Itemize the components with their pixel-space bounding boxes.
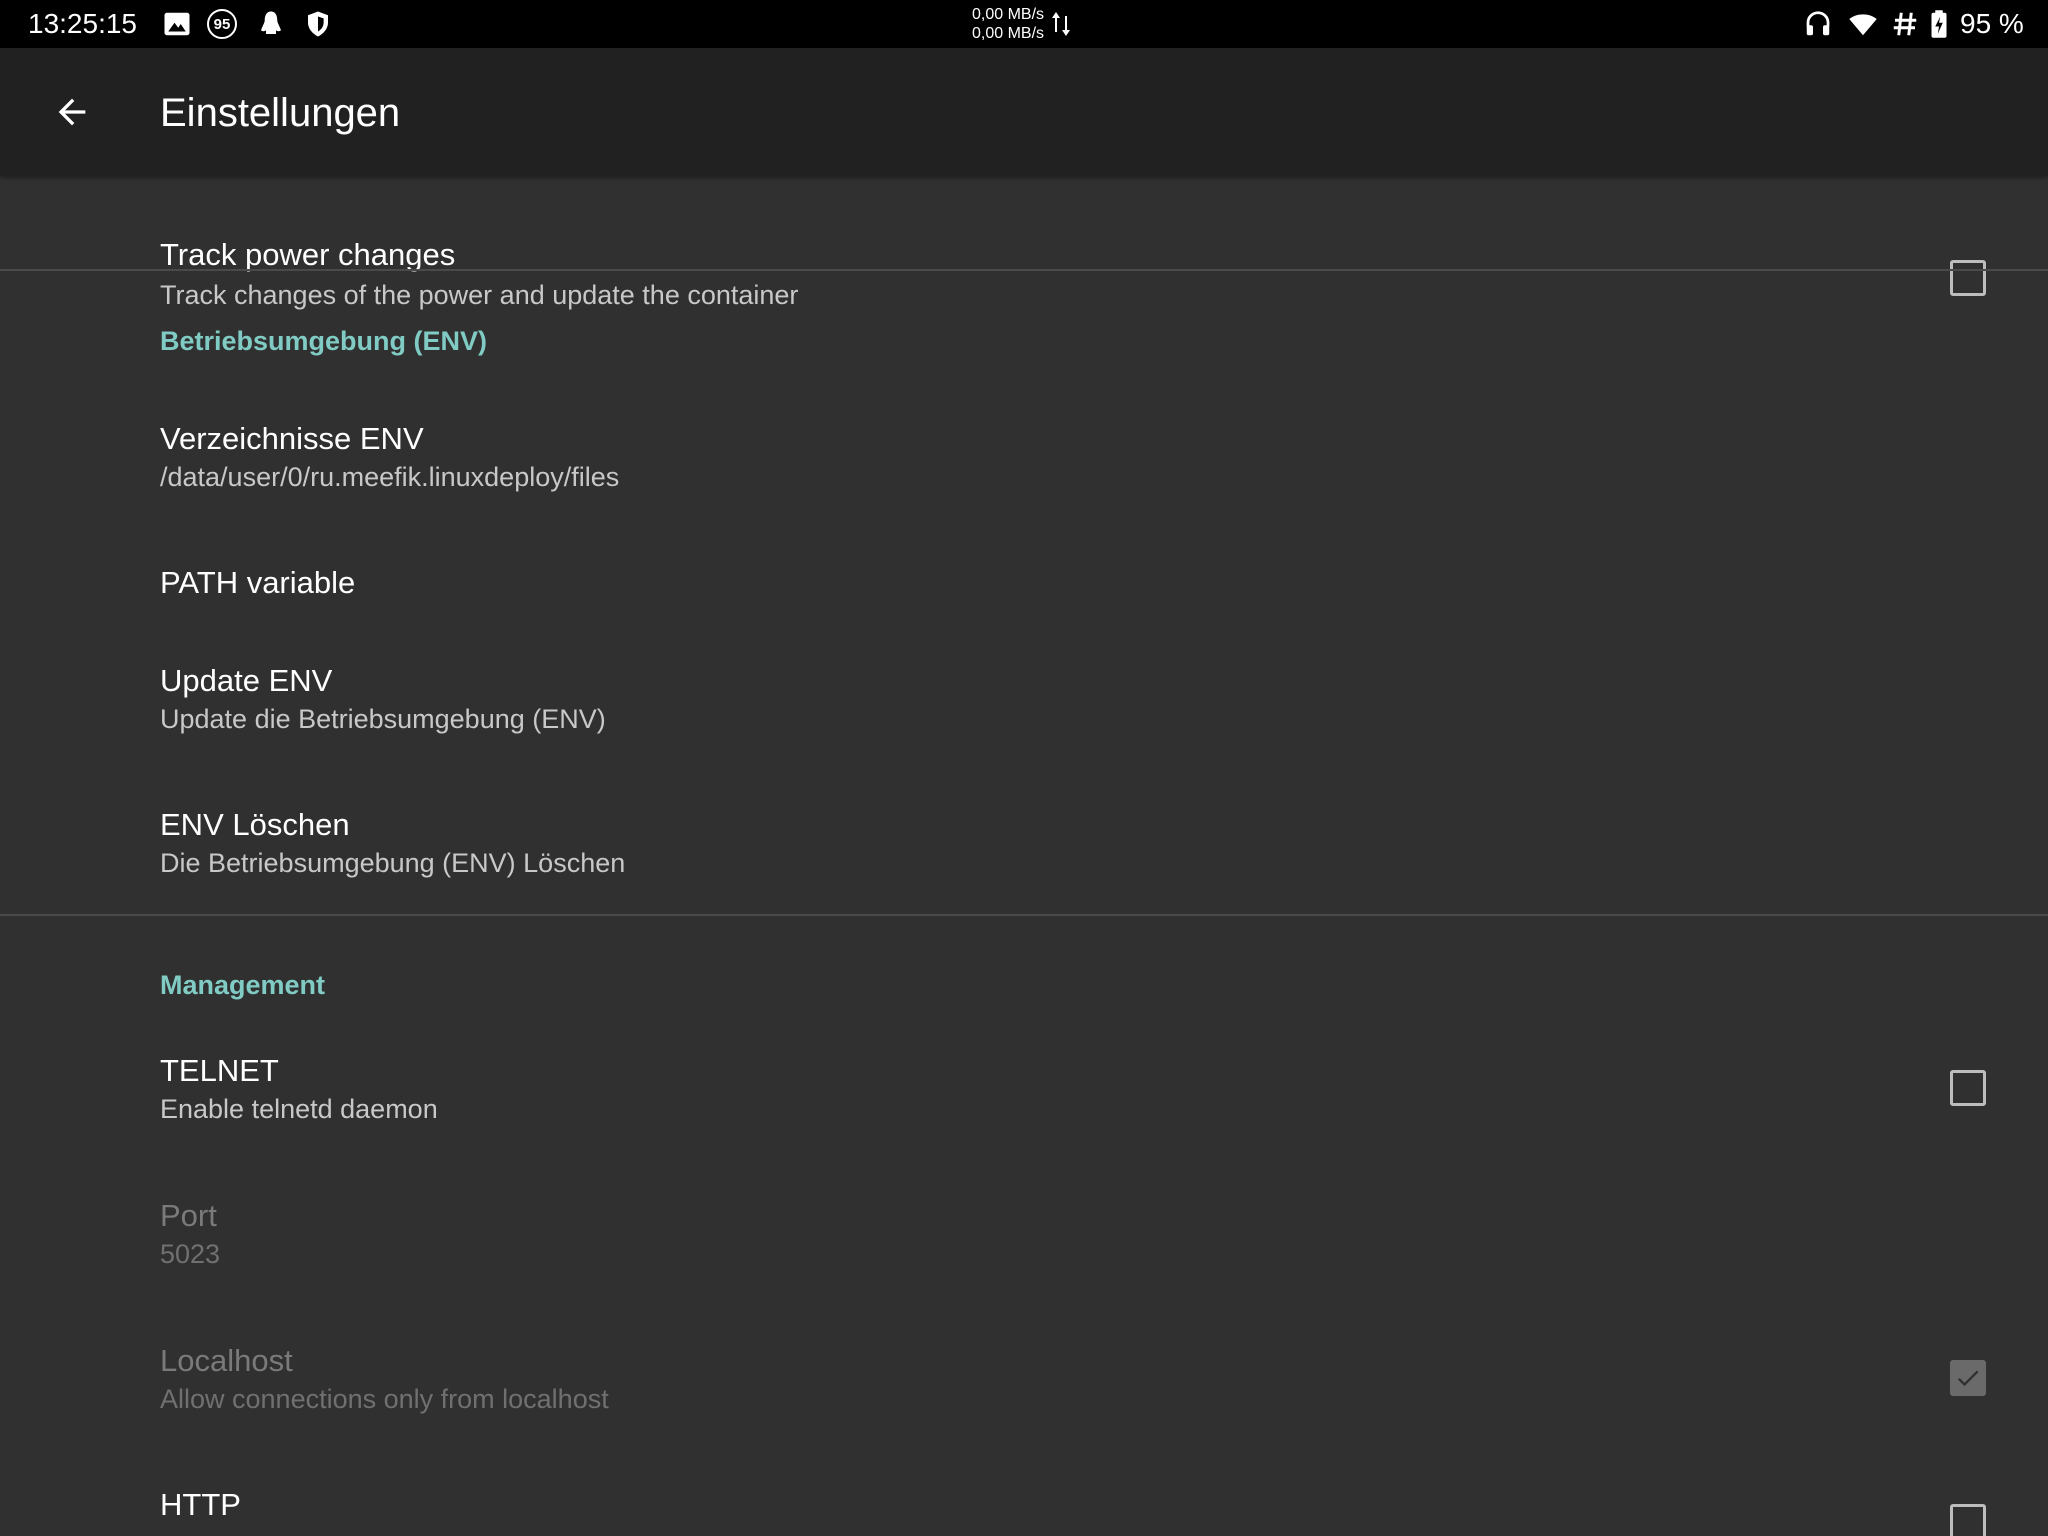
pref-path-variable-title: PATH variable [160,565,356,600]
pref-telnet-title: TELNET [160,1053,279,1088]
status-bar: 13:25:15 95 0,00 MB/s 0,00 MB/s 95 % [0,0,2048,48]
check-icon [1957,1370,1979,1387]
shield-icon [308,11,328,37]
settings-list[interactable]: Track power changes Track changes of the… [0,48,2048,1536]
pref-path-variable[interactable]: PATH variable [0,530,2048,650]
linux-icon [261,11,281,34]
section-divider [0,914,2048,916]
hash-icon [1893,12,1917,36]
pref-port-summary: 5023 [160,1239,221,1269]
pref-http[interactable]: HTTP [0,1480,2048,1536]
wifi-icon [1849,14,1877,36]
localhost-checkbox [1950,1360,1986,1396]
pref-telnet-summary: Enable telnetd daemon [160,1094,438,1124]
track-power-checkbox[interactable] [1950,260,1986,296]
back-button[interactable] [40,88,104,136]
pref-env-dir-title: Verzeichnisse ENV [160,421,424,456]
pref-env-dir-summary: /data/user/0/ru.meefik.linuxdeploy/files [160,462,620,492]
badge-icon: 95 [207,9,237,39]
pref-http-title: HTTP [160,1487,241,1522]
category-management: Management [160,970,326,1000]
battery-percent: 95 % [1960,8,2024,39]
image-icon [164,12,190,36]
network-speed: 0,00 MB/s 0,00 MB/s [972,5,1044,43]
pref-telnet[interactable]: TELNET Enable telnetd daemon [0,1048,2048,1192]
app-bar: Einstellungen [0,48,2048,176]
pref-localhost: Localhost Allow connections only from lo… [0,1336,2048,1480]
pref-port: Port 5023 [0,1192,2048,1336]
pref-localhost-summary: Allow connections only from localhost [160,1384,609,1414]
notification-badge-count: 95 [213,15,231,33]
headphones-icon [1806,11,1830,36]
pref-delete-env-summary: Die Betriebsumgebung (ENV) Löschen [160,848,626,878]
category-env: Betriebsumgebung (ENV) [160,326,488,356]
pref-track-power-summary: Track changes of the power and update th… [160,280,799,310]
pref-port-title: Port [160,1198,217,1233]
pref-update-env-title: Update ENV [160,663,333,698]
data-transfer-icon [1052,12,1070,36]
battery-icon [1931,10,1947,38]
pref-update-env-summary: Update die Betriebsumgebung (ENV) [160,704,606,734]
telnet-checkbox[interactable] [1950,1070,1986,1106]
pref-env-dir[interactable]: Verzeichnisse ENV /data/user/0/ru.meefik… [0,400,2048,530]
pref-delete-env-title: ENV Löschen [160,807,350,842]
arrow-back-icon [58,98,86,126]
status-time: 13:25:15 [28,8,137,39]
net-up-speed: 0,00 MB/s [972,6,1045,23]
pref-update-env[interactable]: Update ENV Update die Betriebsumgebung (… [0,652,2048,796]
section-divider [0,269,2048,271]
http-checkbox[interactable] [1950,1504,1986,1536]
pref-delete-env[interactable]: ENV Löschen Die Betriebsumgebung (ENV) L… [0,796,2048,912]
page-title: Einstellungen [160,91,401,135]
pref-localhost-title: Localhost [160,1343,293,1378]
net-down-speed: 0,00 MB/s [972,25,1045,42]
